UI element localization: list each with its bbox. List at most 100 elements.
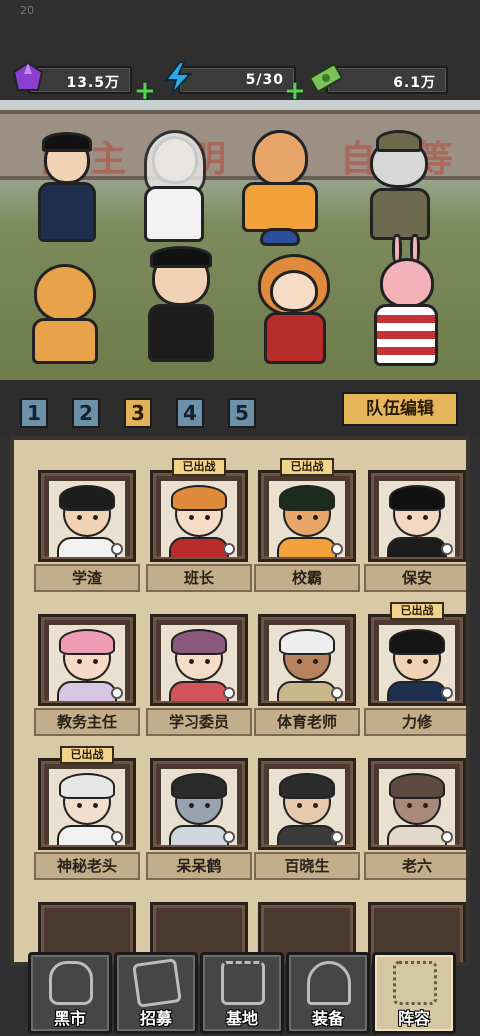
character-portrait: [49, 769, 125, 845]
zoom-icon[interactable]: [111, 687, 123, 699]
cash-counter: 6.1万: [326, 66, 448, 94]
character-portrait: [379, 625, 455, 701]
nav-label-lineup: 阵容: [397, 1009, 430, 1028]
portrait-eye: [189, 659, 194, 664]
roster-card[interactable]: 体育老师: [254, 614, 360, 742]
zoom-icon[interactable]: [331, 687, 343, 699]
lineup-icon: [393, 961, 437, 1005]
roster-card[interactable]: 呆呆鹤: [146, 758, 252, 886]
roster-card[interactable]: 学渣: [34, 470, 140, 598]
gem-icon: [12, 61, 44, 91]
roster-card[interactable]: 力修 已出战: [364, 602, 466, 742]
team-tab-5[interactable]: 5: [228, 398, 256, 428]
bottom-nav: 黑市 招募 基地 装备 阵容: [0, 944, 480, 1036]
nav-label-base: 基地: [225, 1009, 258, 1028]
nav-recruit[interactable]: 招募: [114, 952, 198, 1034]
portrait-eye: [77, 659, 82, 664]
character-portrait: [161, 625, 237, 701]
character-portrait: [161, 769, 237, 845]
zoom-icon[interactable]: [111, 831, 123, 843]
team-tab-4[interactable]: 4: [176, 398, 204, 428]
roster-card[interactable]: 保安: [364, 470, 466, 598]
gem-value: 13.5万: [66, 75, 120, 91]
portrait-hair: [59, 629, 115, 655]
card-frame: [38, 614, 136, 706]
character-name: 学渣: [34, 564, 140, 592]
card-frame: [368, 470, 466, 562]
portrait-hair: [171, 485, 227, 511]
portrait-hair: [389, 629, 445, 655]
roster-card[interactable]: 老六: [364, 758, 466, 886]
character-portrait: [49, 481, 125, 557]
portrait-eye: [423, 659, 428, 664]
zoom-icon[interactable]: [441, 831, 453, 843]
portrait-eye: [313, 515, 318, 520]
zoom-icon[interactable]: [111, 543, 123, 555]
deployed-badge: 已出战: [390, 602, 444, 620]
character-name: 百晓生: [254, 852, 360, 880]
portrait-eye: [313, 803, 318, 808]
deployed-badge: 已出战: [280, 458, 334, 476]
roster-card[interactable]: 教务主任: [34, 614, 140, 742]
armor-icon: [307, 961, 351, 1005]
zoom-icon[interactable]: [441, 687, 453, 699]
deployed-badge: 已出战: [172, 458, 226, 476]
character-name: 呆呆鹤: [146, 852, 252, 880]
nav-lineup[interactable]: 阵容: [372, 952, 456, 1034]
nav-equipment[interactable]: 装备: [286, 952, 370, 1034]
nav-label-equipment: 装备: [311, 1009, 344, 1028]
edit-team-button[interactable]: 队伍编辑: [342, 392, 458, 426]
nav-label-recruit: 招募: [139, 1009, 172, 1028]
card-frame: [368, 614, 466, 706]
character-portrait: [49, 625, 125, 701]
zoom-icon[interactable]: [331, 543, 343, 555]
team-tab-1[interactable]: 1: [20, 398, 48, 428]
team-tab-2[interactable]: 2: [72, 398, 100, 428]
portrait-eye: [205, 659, 210, 664]
portrait-body: [57, 681, 117, 701]
nav-black-market[interactable]: 黑市: [28, 952, 112, 1034]
portrait-body: [387, 681, 447, 701]
roster-card[interactable]: 学习委员: [146, 614, 252, 742]
nav-label-black-market: 黑市: [53, 1009, 86, 1028]
portrait-hair: [171, 629, 227, 655]
zoom-icon[interactable]: [223, 831, 235, 843]
energy-value: 5/30: [245, 72, 284, 88]
cards-icon: [132, 958, 182, 1008]
cash-value: 6.1万: [393, 75, 436, 91]
zoom-icon[interactable]: [223, 687, 235, 699]
portrait-hair: [279, 773, 335, 799]
character-name: 力修: [364, 708, 466, 736]
cash-icon: [309, 63, 343, 93]
roster-card[interactable]: 班长 已出战: [146, 458, 252, 598]
portrait-eye: [205, 803, 210, 808]
character-portrait: [269, 481, 345, 557]
roster-card[interactable]: 百晓生: [254, 758, 360, 886]
character-portrait: [269, 625, 345, 701]
bag-icon: [49, 961, 93, 1005]
card-frame: [38, 470, 136, 562]
nav-base[interactable]: 基地: [200, 952, 284, 1034]
character-portrait: [161, 481, 237, 557]
roster-card[interactable]: 神秘老头 已出战: [34, 746, 140, 886]
portrait-eye: [205, 515, 210, 520]
portrait-hair: [389, 485, 445, 511]
zoom-icon[interactable]: [223, 543, 235, 555]
portrait-hair: [389, 773, 445, 799]
portrait-eye: [407, 515, 412, 520]
roster-card[interactable]: 校霸 已出战: [254, 458, 360, 598]
character-name: 神秘老头: [34, 852, 140, 880]
portrait-eye: [93, 803, 98, 808]
portrait-eye: [189, 803, 194, 808]
card-frame: [150, 758, 248, 850]
portrait-hair: [279, 485, 335, 511]
portrait-eye: [93, 515, 98, 520]
portrait-eye: [407, 659, 412, 664]
castle-icon: [221, 961, 265, 1005]
zoom-icon[interactable]: [331, 831, 343, 843]
roster-panel: 学渣 班长 已出战 校霸 已出战 保安 教务主任 学习委员 体育老师 力修 已出战 神秘老头 已出战 呆呆…: [10, 436, 470, 966]
card-frame: [258, 614, 356, 706]
team-tab-3[interactable]: 3: [124, 398, 152, 428]
zoom-icon[interactable]: [441, 543, 453, 555]
portrait-eye: [423, 515, 428, 520]
